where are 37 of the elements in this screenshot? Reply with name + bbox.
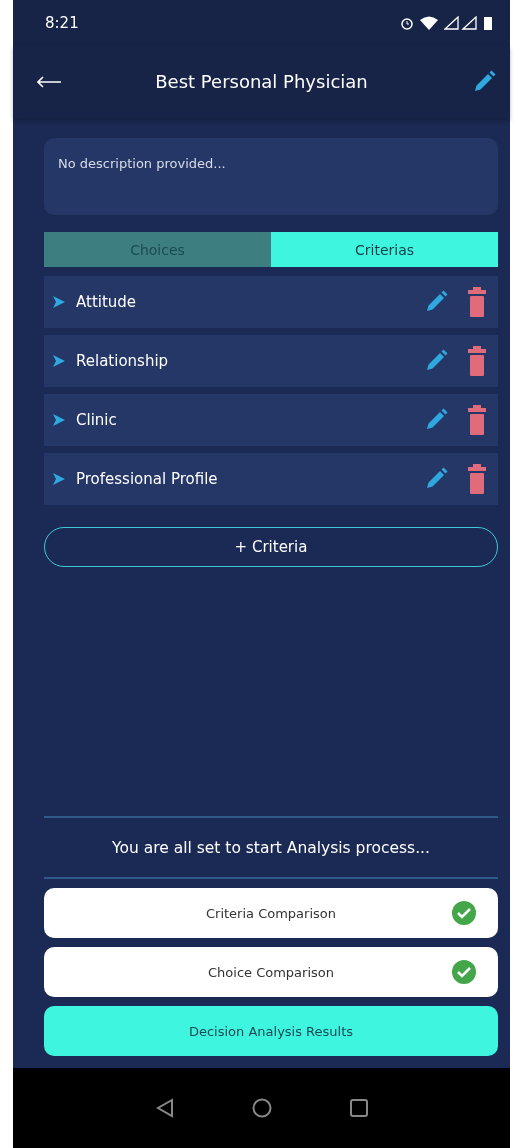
back-arrow-icon[interactable] <box>37 75 61 88</box>
chevron-icon[interactable] <box>52 354 66 368</box>
criteria-row[interactable]: Clinic <box>44 394 498 446</box>
battery-icon <box>484 15 492 30</box>
pencil-icon[interactable] <box>424 467 448 491</box>
trash-icon[interactable] <box>468 346 486 376</box>
screen-title: Best Personal Physician <box>154 71 369 92</box>
chevron-icon[interactable] <box>52 295 66 309</box>
pencil-icon[interactable] <box>472 69 496 94</box>
criteria-name: Relationship <box>76 352 170 370</box>
alarm-icon <box>400 15 414 30</box>
pencil-icon[interactable] <box>424 408 448 432</box>
trash-icon[interactable] <box>468 405 486 435</box>
criteria-row[interactable]: Relationship <box>44 335 498 387</box>
criteria-name: Attitude <box>76 293 138 311</box>
criteria-name: Professional Profile <box>76 470 219 488</box>
criteria-row[interactable]: Attitude <box>44 276 498 328</box>
wifi-icon <box>420 15 438 30</box>
back-nav-icon[interactable] <box>155 1098 174 1118</box>
recents-nav-icon[interactable] <box>349 1099 368 1117</box>
status-message: You are all set to start Analysis process... <box>111 838 431 859</box>
chevron-icon[interactable] <box>52 413 66 427</box>
criteria-row[interactable]: Professional Profile <box>44 453 498 505</box>
step-button[interactable]: Choice Comparison <box>44 947 498 997</box>
trash-icon[interactable] <box>468 287 486 317</box>
chevron-icon[interactable] <box>52 472 66 486</box>
signal-icon <box>444 15 478 30</box>
pencil-icon[interactable] <box>424 290 448 314</box>
criteria-name: Clinic <box>76 411 118 429</box>
step-button[interactable]: Criteria Comparison <box>44 888 498 938</box>
results-button[interactable]: Decision Analysis Results <box>44 1006 498 1056</box>
pencil-icon[interactable] <box>424 349 448 373</box>
tab[interactable]: Criterias <box>271 232 498 267</box>
home-nav-icon[interactable] <box>251 1098 272 1118</box>
trash-icon[interactable] <box>468 464 486 494</box>
status-time: 8:21 <box>45 13 79 32</box>
description-field[interactable]: No description provided... <box>44 138 498 215</box>
